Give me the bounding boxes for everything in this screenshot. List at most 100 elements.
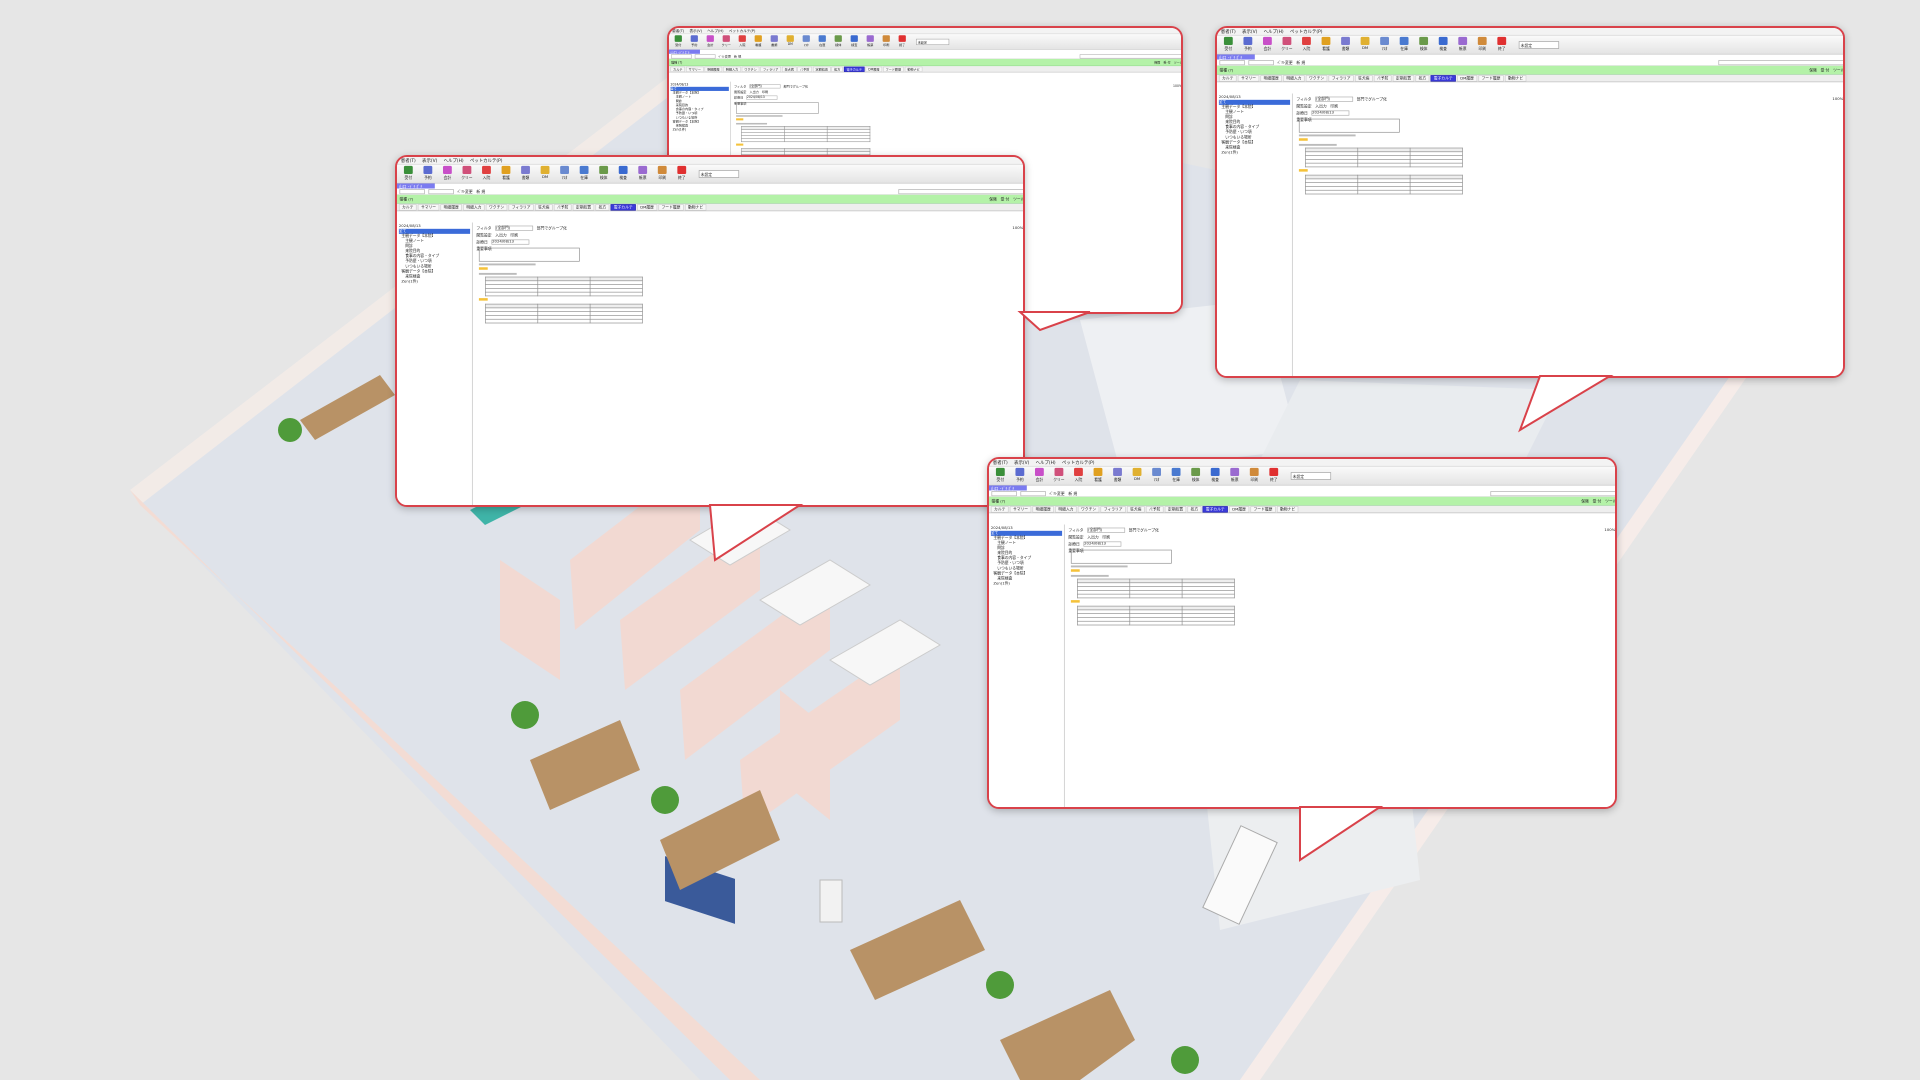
toolbar-button[interactable]: 書類 bbox=[517, 165, 535, 182]
tab[interactable]: 電子カルテ bbox=[1430, 75, 1456, 82]
toolbar-button[interactable]: ﾏｽﾀ bbox=[556, 165, 574, 182]
toolbar-button[interactable]: 入院 bbox=[1298, 36, 1316, 53]
insurance-button[interactable]: 保険 bbox=[989, 196, 997, 201]
menu-item[interactable]: 表示(V) bbox=[422, 158, 437, 163]
menu-item[interactable]: ペットカルテ(P) bbox=[1062, 460, 1095, 465]
tab[interactable]: ﾉﾐ予防 bbox=[553, 204, 572, 211]
tab[interactable]: 明細履歴 bbox=[1032, 506, 1054, 513]
toolbar-button[interactable]: ﾏｽﾀ bbox=[1376, 36, 1394, 53]
toolbar-button[interactable]: 印刷 bbox=[1245, 467, 1263, 484]
owner-field[interactable] bbox=[1490, 490, 1615, 496]
tab[interactable]: フィラリア bbox=[760, 66, 781, 72]
toolbar-button[interactable]: 書類 bbox=[1337, 36, 1355, 53]
toolbar-button[interactable]: 在庫 bbox=[1395, 36, 1413, 53]
tab[interactable]: 電子カルテ bbox=[1202, 506, 1228, 513]
print-button[interactable]: 印刷 bbox=[762, 89, 768, 94]
toolbar-button[interactable]: 看護 bbox=[1089, 467, 1107, 484]
insurance-button[interactable]: 保険 bbox=[1581, 498, 1589, 503]
tab[interactable]: 狂犬病 bbox=[781, 66, 797, 72]
tab[interactable]: フィラリア bbox=[1100, 506, 1126, 513]
new-button[interactable]: 新 規 bbox=[1296, 60, 1305, 65]
patient-name-field[interactable] bbox=[428, 188, 454, 194]
filter-select[interactable]: (全部門) bbox=[495, 225, 534, 231]
tab[interactable]: 狂犬病 bbox=[1126, 506, 1145, 513]
toolbar-button[interactable]: 看護 bbox=[1317, 36, 1335, 53]
owner-field[interactable] bbox=[898, 188, 1023, 194]
tab[interactable]: 定期処置 bbox=[572, 204, 595, 211]
toolbar-button[interactable]: DM bbox=[1356, 36, 1374, 53]
group-checkbox-label[interactable]: 部門でグループ化 bbox=[537, 225, 567, 230]
filter-select[interactable]: (全部門) bbox=[1087, 527, 1126, 533]
menu-item[interactable]: ヘルプ(H) bbox=[444, 158, 464, 163]
patient-name-field[interactable] bbox=[694, 54, 716, 59]
toolbar-button[interactable]: 受付 bbox=[992, 467, 1010, 484]
pet-change-button[interactable]: ﾍﾟﾂﾄ変更 bbox=[457, 189, 472, 194]
toolbar-button[interactable]: 予約 bbox=[1011, 467, 1029, 484]
tab[interactable]: フード履歴 bbox=[1250, 506, 1276, 513]
tab[interactable]: フィラリア bbox=[1328, 75, 1354, 82]
toolbar-button[interactable]: クリー bbox=[458, 165, 476, 182]
tab[interactable]: DM履歴 bbox=[637, 204, 658, 211]
reception-button[interactable]: 受 付 bbox=[1821, 67, 1830, 72]
menu-item[interactable]: 患者(T) bbox=[1221, 29, 1236, 34]
reception-button[interactable]: 受 付 bbox=[1593, 498, 1602, 503]
tab[interactable]: DM履歴 bbox=[865, 66, 883, 72]
tab[interactable]: 処方 bbox=[831, 66, 843, 72]
tab[interactable]: 処方 bbox=[595, 204, 610, 211]
tab[interactable]: フィラリア bbox=[508, 204, 534, 211]
reception-button[interactable]: 受 付 bbox=[1163, 60, 1170, 65]
io-button[interactable]: 入出力 bbox=[495, 232, 506, 237]
exam-date-field[interactable]: 2024/08/13 bbox=[491, 239, 530, 245]
tab[interactable]: 処方 bbox=[1187, 506, 1202, 513]
toolbar-button[interactable]: 予約 bbox=[419, 165, 437, 182]
tool-button[interactable]: ツール bbox=[1605, 498, 1615, 503]
tab[interactable]: 電子カルテ bbox=[843, 66, 865, 72]
group-checkbox-label[interactable]: 部門でグループ化 bbox=[783, 84, 808, 89]
tab[interactable]: ﾉﾐ予防 bbox=[1145, 506, 1164, 513]
tab[interactable]: カルテ bbox=[990, 506, 1009, 513]
patient-id-field[interactable] bbox=[399, 188, 425, 194]
toolbar-button[interactable]: 検体 bbox=[1187, 467, 1205, 484]
toolbar-button[interactable]: 在庫 bbox=[575, 165, 593, 182]
toolbar-button[interactable]: 入院 bbox=[478, 165, 496, 182]
io-button[interactable]: 入出力 bbox=[1315, 103, 1326, 108]
tool-button[interactable]: ツール bbox=[1174, 60, 1181, 65]
tab[interactable]: サマリー bbox=[417, 204, 440, 211]
toolbar-select[interactable]: 未設定 bbox=[698, 169, 740, 178]
tab[interactable]: 明細入力 bbox=[723, 66, 741, 72]
toolbar-button[interactable]: 書類 bbox=[767, 34, 781, 48]
toolbar-button[interactable]: 入院 bbox=[1070, 467, 1088, 484]
toolbar-button[interactable]: クリー bbox=[719, 34, 733, 48]
tab[interactable]: 処方 bbox=[1415, 75, 1430, 82]
toolbar-button[interactable]: 会計 bbox=[439, 165, 457, 182]
tab[interactable]: 狂犬病 bbox=[534, 204, 553, 211]
tree-node[interactable]: Zen(1件) bbox=[399, 279, 470, 284]
toolbar-button[interactable]: DM bbox=[1128, 467, 1146, 484]
patient-id-field[interactable] bbox=[1219, 59, 1245, 65]
toolbar-button[interactable]: 看護 bbox=[751, 34, 765, 48]
tab[interactable]: フード履歴 bbox=[1478, 75, 1504, 82]
toolbar-button[interactable]: 受付 bbox=[1220, 36, 1238, 53]
group-checkbox-label[interactable]: 部門でグループ化 bbox=[1357, 96, 1387, 101]
tab[interactable]: カルテ bbox=[670, 66, 686, 72]
owner-field[interactable] bbox=[1079, 54, 1181, 59]
toolbar-button[interactable]: DM bbox=[783, 34, 797, 48]
exam-date-field[interactable]: 2024/08/13 bbox=[1083, 541, 1122, 547]
group-checkbox-label[interactable]: 部門でグループ化 bbox=[1129, 527, 1159, 532]
menu-item[interactable]: 表示(V) bbox=[1242, 29, 1257, 34]
menu-item[interactable]: ヘルプ(H) bbox=[1036, 460, 1056, 465]
tab[interactable]: DM履歴 bbox=[1229, 506, 1250, 513]
toolbar-select[interactable]: 未設定 bbox=[1290, 471, 1332, 480]
zoom-value[interactable]: 100% bbox=[1173, 84, 1181, 88]
owner-field[interactable] bbox=[1718, 59, 1843, 65]
toolbar-button[interactable]: 予約 bbox=[1239, 36, 1257, 53]
filter-select[interactable]: (全部門) bbox=[749, 83, 781, 89]
tool-button[interactable]: ツール bbox=[1013, 196, 1023, 201]
toolbar-button[interactable]: 検査 bbox=[614, 165, 632, 182]
toolbar-button[interactable]: 検体 bbox=[831, 34, 845, 48]
zoom-value[interactable]: 100% bbox=[1604, 528, 1615, 532]
tab[interactable]: 明細入力 bbox=[463, 204, 485, 211]
toolbar-button[interactable]: 終了 bbox=[895, 34, 909, 48]
zoom-value[interactable]: 100% bbox=[1012, 226, 1023, 230]
menu-item[interactable]: 表示(V) bbox=[1014, 460, 1029, 465]
